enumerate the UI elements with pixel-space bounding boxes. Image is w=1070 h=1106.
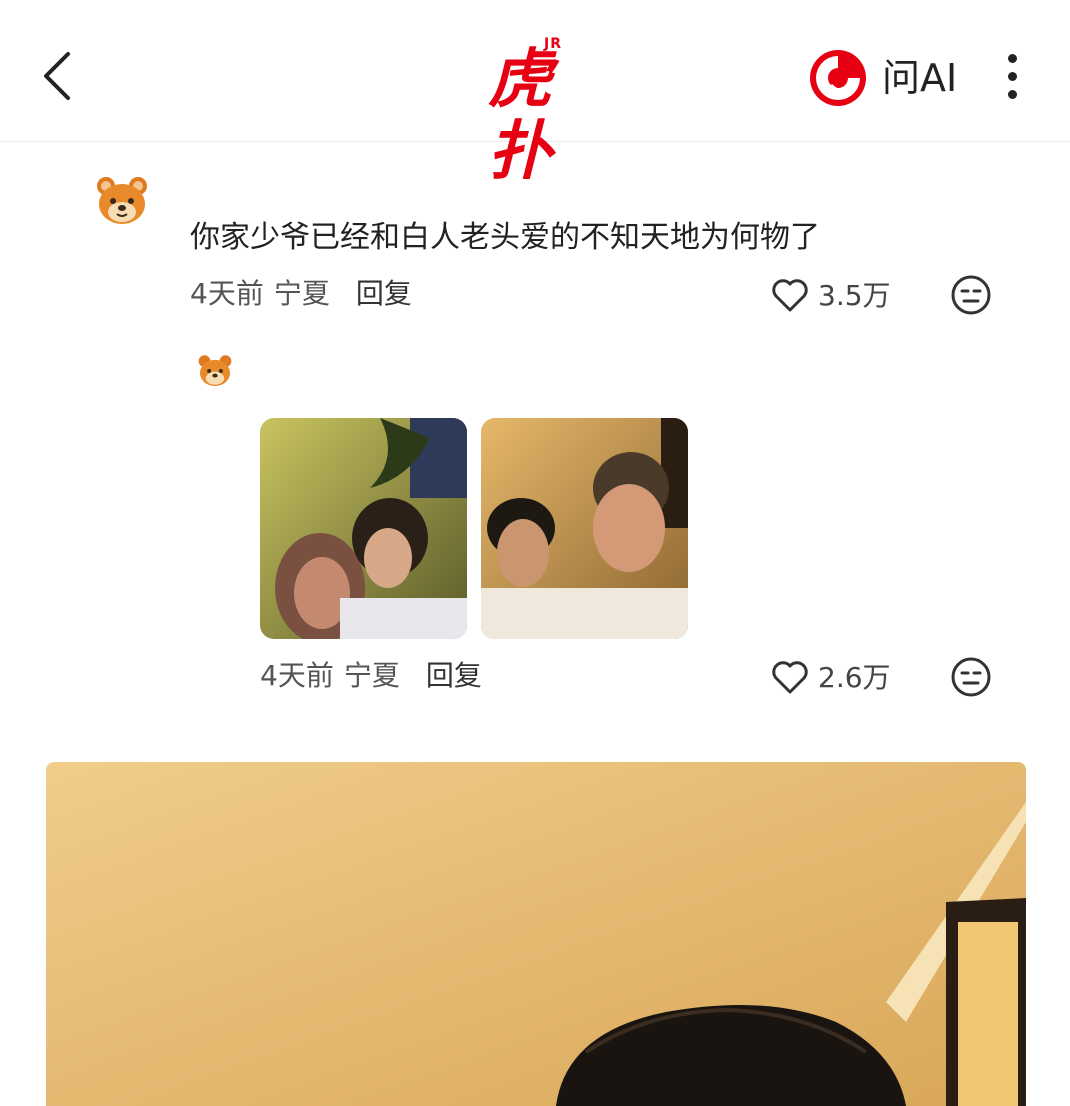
like-button[interactable]: 3.5万 xyxy=(770,270,891,318)
chevron-left-icon xyxy=(44,52,70,100)
comment-meta: 4天前 宁夏 回复 xyxy=(190,268,412,316)
heart-outline-icon xyxy=(772,661,808,694)
dot-icon xyxy=(1008,90,1017,99)
reply-button[interactable]: 回复 xyxy=(356,272,412,312)
sub-emoji-reaction-button[interactable] xyxy=(950,656,992,698)
neutral-face-icon xyxy=(951,657,991,697)
comment-location: 宁夏 xyxy=(273,277,330,310)
like-count: 3.5万 xyxy=(818,279,891,312)
large-image[interactable] xyxy=(46,762,1026,1106)
red-swirl-logo-icon xyxy=(810,50,866,106)
dot-icon xyxy=(1008,54,1017,63)
comment-image-2[interactable] xyxy=(481,418,688,639)
comment-text: 你家少爷已经和白人老头爱的不知天地为何物了 xyxy=(190,220,820,255)
ask-ai-label: 问AI xyxy=(882,56,958,100)
sub-like-count: 2.6万 xyxy=(818,661,891,694)
bear-avatar-icon[interactable] xyxy=(96,176,148,226)
heart-outline-icon xyxy=(772,279,808,312)
sub-reply-button[interactable]: 回复 xyxy=(426,654,482,694)
dot-icon xyxy=(1008,72,1017,81)
comment-image-1[interactable] xyxy=(260,418,467,639)
comment-time: 4天前 xyxy=(190,277,264,310)
emoji-reaction-button[interactable] xyxy=(950,274,992,316)
sub-like-button[interactable]: 2.6万 xyxy=(770,652,891,700)
more-options-button[interactable] xyxy=(996,48,1032,106)
top-nav-bar: JR 虎扑 问AI xyxy=(0,0,1070,188)
sub-comment-meta: 4天前 宁夏 回复 xyxy=(260,650,482,698)
bear-avatar-icon[interactable] xyxy=(198,354,232,388)
ask-ai-button[interactable]: 问AI xyxy=(808,48,957,108)
neutral-face-icon xyxy=(951,275,991,315)
logo-text: 虎扑 xyxy=(488,43,552,189)
sub-comment-time: 4天前 xyxy=(260,659,334,692)
back-button[interactable] xyxy=(36,48,84,104)
sub-comment-location: 宁夏 xyxy=(343,659,400,692)
hupu-logo: JR 虎扑 xyxy=(488,36,588,188)
